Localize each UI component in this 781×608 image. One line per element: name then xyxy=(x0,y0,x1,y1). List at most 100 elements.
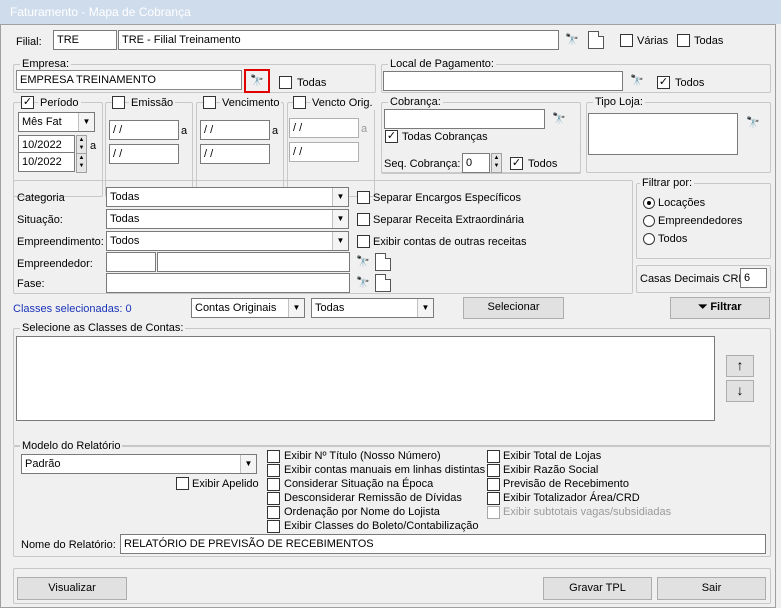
empresa-binoculars-icon[interactable]: 🔭 xyxy=(244,69,270,93)
chevron-down-icon: ▼ xyxy=(332,210,348,228)
report-option-checkbox[interactable] xyxy=(267,520,280,533)
contas-originais-select[interactable]: Contas Originais ▼ xyxy=(191,298,305,318)
exibir-outras-checkbox[interactable] xyxy=(357,235,370,248)
empreendedor-name-input[interactable] xyxy=(157,252,350,272)
filial-name-input[interactable]: TRE - Filial Treinamento xyxy=(118,30,559,50)
gravar-tpl-button[interactable]: Gravar TPL xyxy=(543,577,652,600)
emissao-to-input[interactable]: / / xyxy=(109,144,179,164)
local-pagamento-input[interactable] xyxy=(383,71,623,91)
periodo-to-input[interactable]: 10/2022 xyxy=(18,152,75,172)
categoria-label: Categoria xyxy=(17,192,65,204)
exibir-apelido-checkbox[interactable] xyxy=(176,477,189,490)
classes-todas-select[interactable]: Todas ▼ xyxy=(311,298,434,318)
vencimento-checkbox[interactable] xyxy=(203,96,216,109)
categoria-select[interactable]: Todas ▼ xyxy=(106,187,349,207)
fase-document-icon[interactable] xyxy=(375,274,391,292)
radio-todos[interactable] xyxy=(643,233,655,245)
vencimento-from-input[interactable]: / / xyxy=(200,120,270,140)
move-up-button[interactable]: ↑ xyxy=(726,355,754,377)
seq-cobranca-input[interactable]: 0 xyxy=(462,153,490,173)
empreendedor-code-input[interactable] xyxy=(106,252,156,272)
vencto-orig-checkbox[interactable] xyxy=(293,96,306,109)
contas-originais-value: Contas Originais xyxy=(195,302,277,314)
situacao-select[interactable]: Todas ▼ xyxy=(106,209,349,229)
tipo-loja-title: Tipo Loja: xyxy=(593,95,645,109)
filtrar-button[interactable]: ⏷ Filtrar xyxy=(670,297,770,319)
vencto-orig-sep: a xyxy=(361,123,368,135)
casas-decimais-label: Casas Decimais CRD xyxy=(640,273,747,285)
document-icon[interactable] xyxy=(588,31,604,49)
report-option-checkbox[interactable] xyxy=(267,492,280,505)
report-option-label: Previsão de Recebimento xyxy=(503,478,629,490)
vencimento-sep: a xyxy=(272,125,279,137)
modelo-select[interactable]: Padrão ▼ xyxy=(21,454,257,474)
emissao-from-input[interactable]: / / xyxy=(109,120,179,140)
vencto-orig-from-input[interactable]: / / xyxy=(289,118,359,138)
main-window: Filial: TRE TRE - Filial Treinamento 🔭 V… xyxy=(0,24,776,608)
empreendedor-document-icon[interactable] xyxy=(375,253,391,271)
chevron-down-icon: ▼ xyxy=(78,113,94,131)
sair-button[interactable]: Sair xyxy=(657,577,766,600)
classes-list[interactable] xyxy=(16,336,715,421)
empresa-input[interactable]: EMPRESA TREINAMENTO xyxy=(16,70,242,90)
local-todos-checkbox[interactable]: ✓ xyxy=(657,76,670,89)
report-option-checkbox[interactable] xyxy=(267,450,280,463)
emissao-checkbox[interactable] xyxy=(112,96,125,109)
cobranca-input[interactable] xyxy=(384,109,545,129)
seq-todos-label: Todos xyxy=(528,158,558,170)
todas-cobrancas-checkbox[interactable]: ✓ xyxy=(385,130,398,143)
separar-receita-checkbox[interactable] xyxy=(357,213,370,226)
filial-todas-label: Todas xyxy=(694,35,724,47)
tipo-loja-list[interactable] xyxy=(588,113,738,155)
move-down-button[interactable]: ↓ xyxy=(726,380,754,402)
funnel-icon: ⏷ xyxy=(698,301,711,313)
report-option-label: Exibir Nº Título (Nosso Número) xyxy=(284,450,441,462)
casas-decimais-input[interactable]: 6 xyxy=(740,268,767,288)
radio-locacoes[interactable] xyxy=(643,197,655,209)
radio-todos-label: Todos xyxy=(658,233,688,245)
report-option-checkbox[interactable] xyxy=(487,478,500,491)
seq-cobranca-spinner[interactable]: ▲ ▼ xyxy=(491,153,502,173)
local-pagamento-binoculars-icon[interactable]: 🔭 xyxy=(627,71,647,91)
report-option-checkbox[interactable] xyxy=(487,492,500,505)
report-option-checkbox[interactable] xyxy=(267,506,280,519)
report-option-checkbox[interactable] xyxy=(267,464,280,477)
filial-code-input[interactable]: TRE xyxy=(53,30,117,50)
categoria-value: Todas xyxy=(110,191,140,203)
empresa-title: Empresa: xyxy=(20,57,72,71)
local-todos-label: Todos xyxy=(675,77,705,89)
tipo-loja-binoculars-icon[interactable]: 🔭 xyxy=(743,113,763,133)
radio-locacoes-label: Locações xyxy=(658,197,706,209)
fase-binoculars-icon[interactable]: 🔭 xyxy=(353,273,373,293)
emissao-title: Emissão xyxy=(129,96,176,110)
exibir-apelido-label: Exibir Apelido xyxy=(192,478,259,490)
cobranca-binoculars-icon[interactable]: 🔭 xyxy=(549,109,569,129)
periodo-from-spinner[interactable]: ▲ ▼ xyxy=(76,135,87,155)
periodo-sep: a xyxy=(90,140,97,152)
periodo-checkbox[interactable]: ✓ xyxy=(21,96,34,109)
classes-todas-value: Todas xyxy=(315,302,345,314)
empreendimento-select[interactable]: Todos ▼ xyxy=(106,231,349,251)
vencto-orig-title: Vencto Orig. xyxy=(310,96,375,110)
report-option-label: Exibir Total de Lojas xyxy=(503,450,602,462)
visualizar-button[interactable]: Visualizar xyxy=(17,577,127,600)
report-option-checkbox[interactable] xyxy=(267,478,280,491)
binoculars-icon[interactable]: 🔭 xyxy=(562,30,582,50)
radio-empreendedores[interactable] xyxy=(643,215,655,227)
separar-encargos-checkbox[interactable] xyxy=(357,191,370,204)
periodo-mode-select[interactable]: Mês Fat ▼ xyxy=(18,112,95,132)
report-option-checkbox[interactable] xyxy=(487,464,500,477)
empresa-todas-checkbox[interactable] xyxy=(279,76,292,89)
filial-todas-checkbox[interactable] xyxy=(677,34,690,47)
varias-checkbox[interactable] xyxy=(620,34,633,47)
selecionar-button[interactable]: Selecionar xyxy=(463,297,564,319)
empreendedor-binoculars-icon[interactable]: 🔭 xyxy=(353,252,373,272)
vencimento-to-input[interactable]: / / xyxy=(200,144,270,164)
seq-todos-checkbox[interactable]: ✓ xyxy=(510,157,523,170)
fase-input[interactable] xyxy=(106,273,350,293)
chevron-down-icon: ▼ xyxy=(332,188,348,206)
nome-relatorio-input[interactable]: RELATÓRIO DE PREVISÃO DE RECEBIMENTOS xyxy=(120,534,766,554)
periodo-to-spinner[interactable]: ▲ ▼ xyxy=(76,153,87,173)
report-option-checkbox[interactable] xyxy=(487,450,500,463)
vencto-orig-to-input[interactable]: / / xyxy=(289,142,359,162)
